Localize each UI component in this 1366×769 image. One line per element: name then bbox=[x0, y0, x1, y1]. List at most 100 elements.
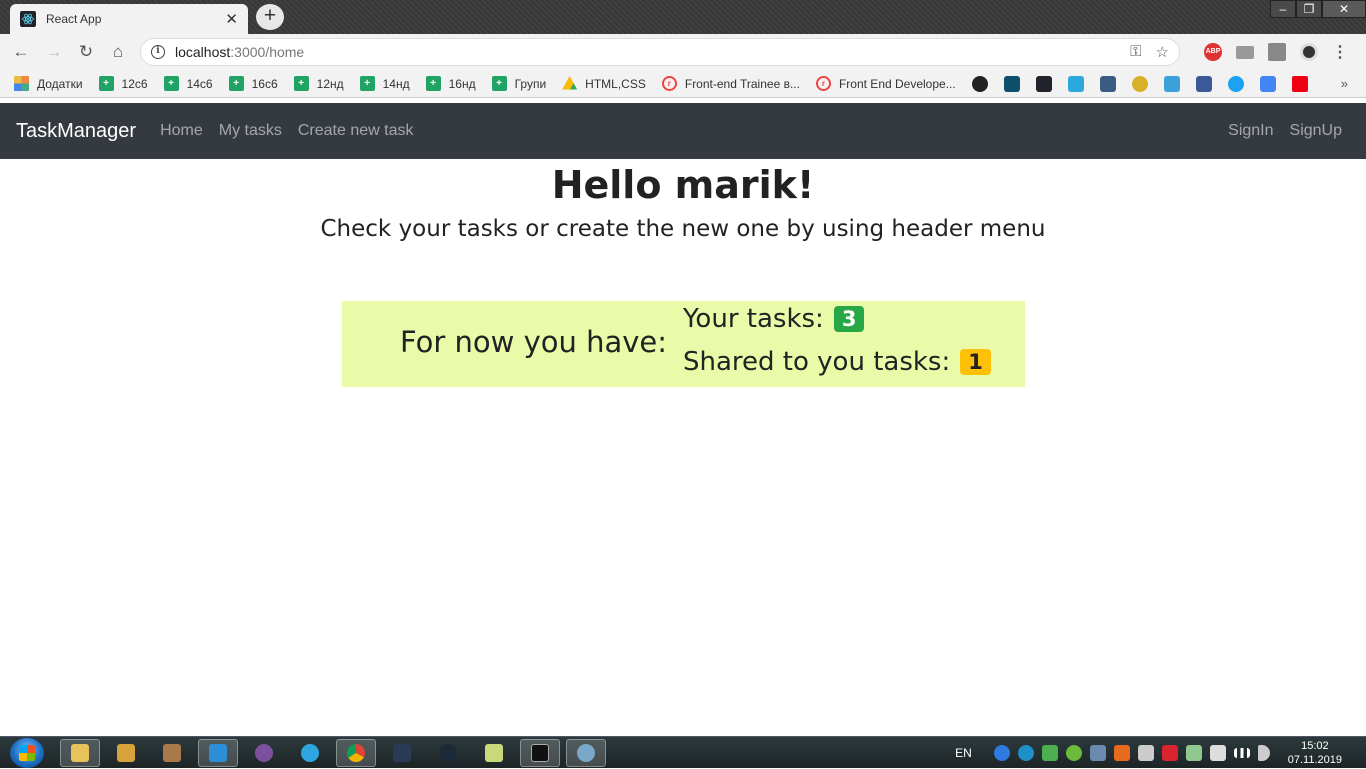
profile-avatar-icon[interactable] bbox=[1300, 43, 1318, 61]
check-shield-icon[interactable] bbox=[1041, 745, 1058, 761]
browser-tab[interactable]: React App ✕ bbox=[10, 4, 248, 34]
mail-icon[interactable] bbox=[1236, 45, 1254, 59]
back-icon[interactable]: ← bbox=[10, 41, 32, 63]
help-icon[interactable] bbox=[993, 745, 1010, 761]
bookmark-14nd[interactable]: +14нд bbox=[359, 76, 410, 91]
taskbar-app-2[interactable] bbox=[106, 739, 146, 767]
url-path: :3000/home bbox=[230, 44, 305, 60]
bookmark-12c6[interactable]: +12с6 bbox=[98, 76, 148, 91]
bookmark-16c6[interactable]: +16с6 bbox=[228, 76, 278, 91]
taskbar-app-3[interactable] bbox=[152, 739, 192, 767]
usb-icon[interactable] bbox=[1209, 745, 1226, 761]
bookmarks-bar: Додатки +12с6 +14с6 +16с6 +12нд +14нд +1… bbox=[0, 70, 1366, 98]
taskbar-paint[interactable] bbox=[566, 739, 606, 767]
bookmark-star-icon[interactable]: ☆ bbox=[1156, 43, 1169, 61]
taskbar-explorer[interactable] bbox=[60, 739, 100, 767]
site-info-icon[interactable]: i bbox=[151, 45, 165, 59]
taskbar-chrome[interactable] bbox=[336, 739, 376, 767]
restore-button[interactable]: ❐ bbox=[1296, 0, 1322, 18]
steam-tray-icon[interactable] bbox=[1089, 745, 1106, 761]
username: marik! bbox=[674, 163, 815, 207]
bookmark-groups[interactable]: + Групи bbox=[491, 76, 546, 91]
apps-grid-icon bbox=[14, 76, 29, 91]
paint-icon bbox=[577, 744, 595, 762]
minimize-button[interactable]: – bbox=[1270, 0, 1296, 18]
nav-signup[interactable]: SignUp bbox=[1290, 122, 1342, 140]
bookmark-front-end-developer[interactable]: r Front End Develope... bbox=[815, 76, 956, 91]
radiation-icon[interactable] bbox=[1131, 75, 1148, 92]
taskbar-vscode[interactable] bbox=[198, 739, 238, 767]
app-navbar: TaskManager Home My tasks Create new tas… bbox=[0, 103, 1366, 159]
bookmark-12nd[interactable]: +12нд bbox=[293, 76, 344, 91]
signal-icon[interactable] bbox=[1233, 748, 1250, 758]
app-red-icon[interactable] bbox=[1161, 745, 1178, 761]
clock[interactable]: 15:02 07.11.2019 bbox=[1288, 739, 1342, 767]
your-tasks-label: Your tasks: bbox=[683, 304, 824, 334]
bird-icon[interactable] bbox=[1067, 75, 1084, 92]
sheets-icon: + bbox=[359, 76, 375, 91]
utorrent-icon[interactable] bbox=[1065, 745, 1082, 761]
brand-link[interactable]: TaskManager bbox=[16, 120, 136, 143]
bookmark-front-end-trainee[interactable]: r Front-end Trainee в... bbox=[661, 76, 800, 91]
reload-icon[interactable]: ↻ bbox=[75, 41, 97, 63]
arrow-logo-icon[interactable] bbox=[1099, 75, 1116, 92]
sheets-icon: + bbox=[293, 76, 309, 91]
taskbar-telegram[interactable] bbox=[290, 739, 330, 767]
shared-tasks-count-badge: 1 bbox=[960, 349, 991, 375]
tray-app-icon[interactable] bbox=[1185, 745, 1202, 761]
nav-home[interactable]: Home bbox=[160, 122, 203, 140]
twitter-icon[interactable] bbox=[1227, 75, 1244, 92]
address-bar[interactable]: i localhost:3000/home ⚿ ☆ bbox=[140, 38, 1180, 66]
drive-icon bbox=[562, 76, 578, 90]
taskbar-cmd[interactable] bbox=[520, 739, 560, 767]
nav-create-task[interactable]: Create new task bbox=[298, 122, 414, 140]
volume-icon[interactable] bbox=[1257, 745, 1270, 761]
facebook-ext-icon[interactable] bbox=[1268, 43, 1286, 61]
network-app-icon[interactable] bbox=[1017, 745, 1034, 761]
new-tab-button[interactable]: + bbox=[256, 4, 284, 30]
close-window-button[interactable]: ✕ bbox=[1322, 0, 1366, 18]
start-button[interactable] bbox=[10, 738, 44, 768]
system-tray: EN 15:02 07.11.2019 bbox=[955, 737, 1342, 769]
bookmark-logo-icon[interactable] bbox=[1003, 75, 1020, 92]
folder-icon bbox=[71, 744, 89, 762]
menu-kebab-icon[interactable]: ⋮ bbox=[1332, 42, 1348, 62]
github-icon[interactable] bbox=[971, 75, 988, 92]
shared-tasks-label: Shared to you tasks: bbox=[683, 347, 951, 377]
key-icon[interactable]: ⚿ bbox=[1130, 43, 1141, 61]
taskbar-app-8[interactable] bbox=[382, 739, 422, 767]
translate-icon[interactable] bbox=[1259, 75, 1276, 92]
sheets-icon: + bbox=[228, 76, 244, 91]
facebook-icon[interactable] bbox=[1195, 75, 1212, 92]
home-icon[interactable]: ⌂ bbox=[107, 41, 129, 63]
flag-icon[interactable] bbox=[1137, 745, 1154, 761]
extensions: ABP ⋮ bbox=[1204, 42, 1348, 62]
sheets-icon: + bbox=[98, 76, 114, 91]
e-logo-icon[interactable] bbox=[1163, 75, 1180, 92]
taskbar-notepad[interactable] bbox=[474, 739, 514, 767]
bookmark-14c6[interactable]: +14с6 bbox=[163, 76, 213, 91]
clock-time: 15:02 bbox=[1301, 740, 1329, 752]
bookmark-apps[interactable]: Додатки bbox=[14, 76, 83, 91]
shared-tasks-line: Shared to you tasks: 1 bbox=[683, 347, 991, 377]
sheets-icon: + bbox=[491, 76, 507, 91]
m-logo-icon[interactable] bbox=[1291, 75, 1308, 92]
tab-title: React App bbox=[46, 12, 102, 26]
nav-signin[interactable]: SignIn bbox=[1228, 122, 1273, 140]
avast-icon[interactable] bbox=[1113, 745, 1130, 761]
taskbar-viber[interactable] bbox=[244, 739, 284, 767]
forward-icon[interactable]: → bbox=[43, 41, 65, 63]
browser-titlebar: React App ✕ + – ❐ ✕ bbox=[0, 0, 1366, 34]
auth-links: SignIn SignUp bbox=[1228, 103, 1342, 159]
greeting-heading: Hello marik! bbox=[0, 163, 1366, 207]
adblock-icon[interactable]: ABP bbox=[1204, 43, 1222, 61]
bookmark-html-css[interactable]: HTML,CSS bbox=[562, 76, 646, 91]
taskbar-steam[interactable] bbox=[428, 739, 468, 767]
react-icon[interactable] bbox=[1035, 75, 1052, 92]
nav-my-tasks[interactable]: My tasks bbox=[219, 122, 282, 140]
more-bookmarks-icon[interactable]: » bbox=[1341, 76, 1348, 91]
bookmark-16nd[interactable]: +16нд bbox=[425, 76, 476, 91]
language-indicator[interactable]: EN bbox=[955, 746, 972, 760]
windows-taskbar: EN 15:02 07.11.2019 bbox=[0, 736, 1366, 768]
close-tab-icon[interactable]: ✕ bbox=[225, 10, 238, 28]
